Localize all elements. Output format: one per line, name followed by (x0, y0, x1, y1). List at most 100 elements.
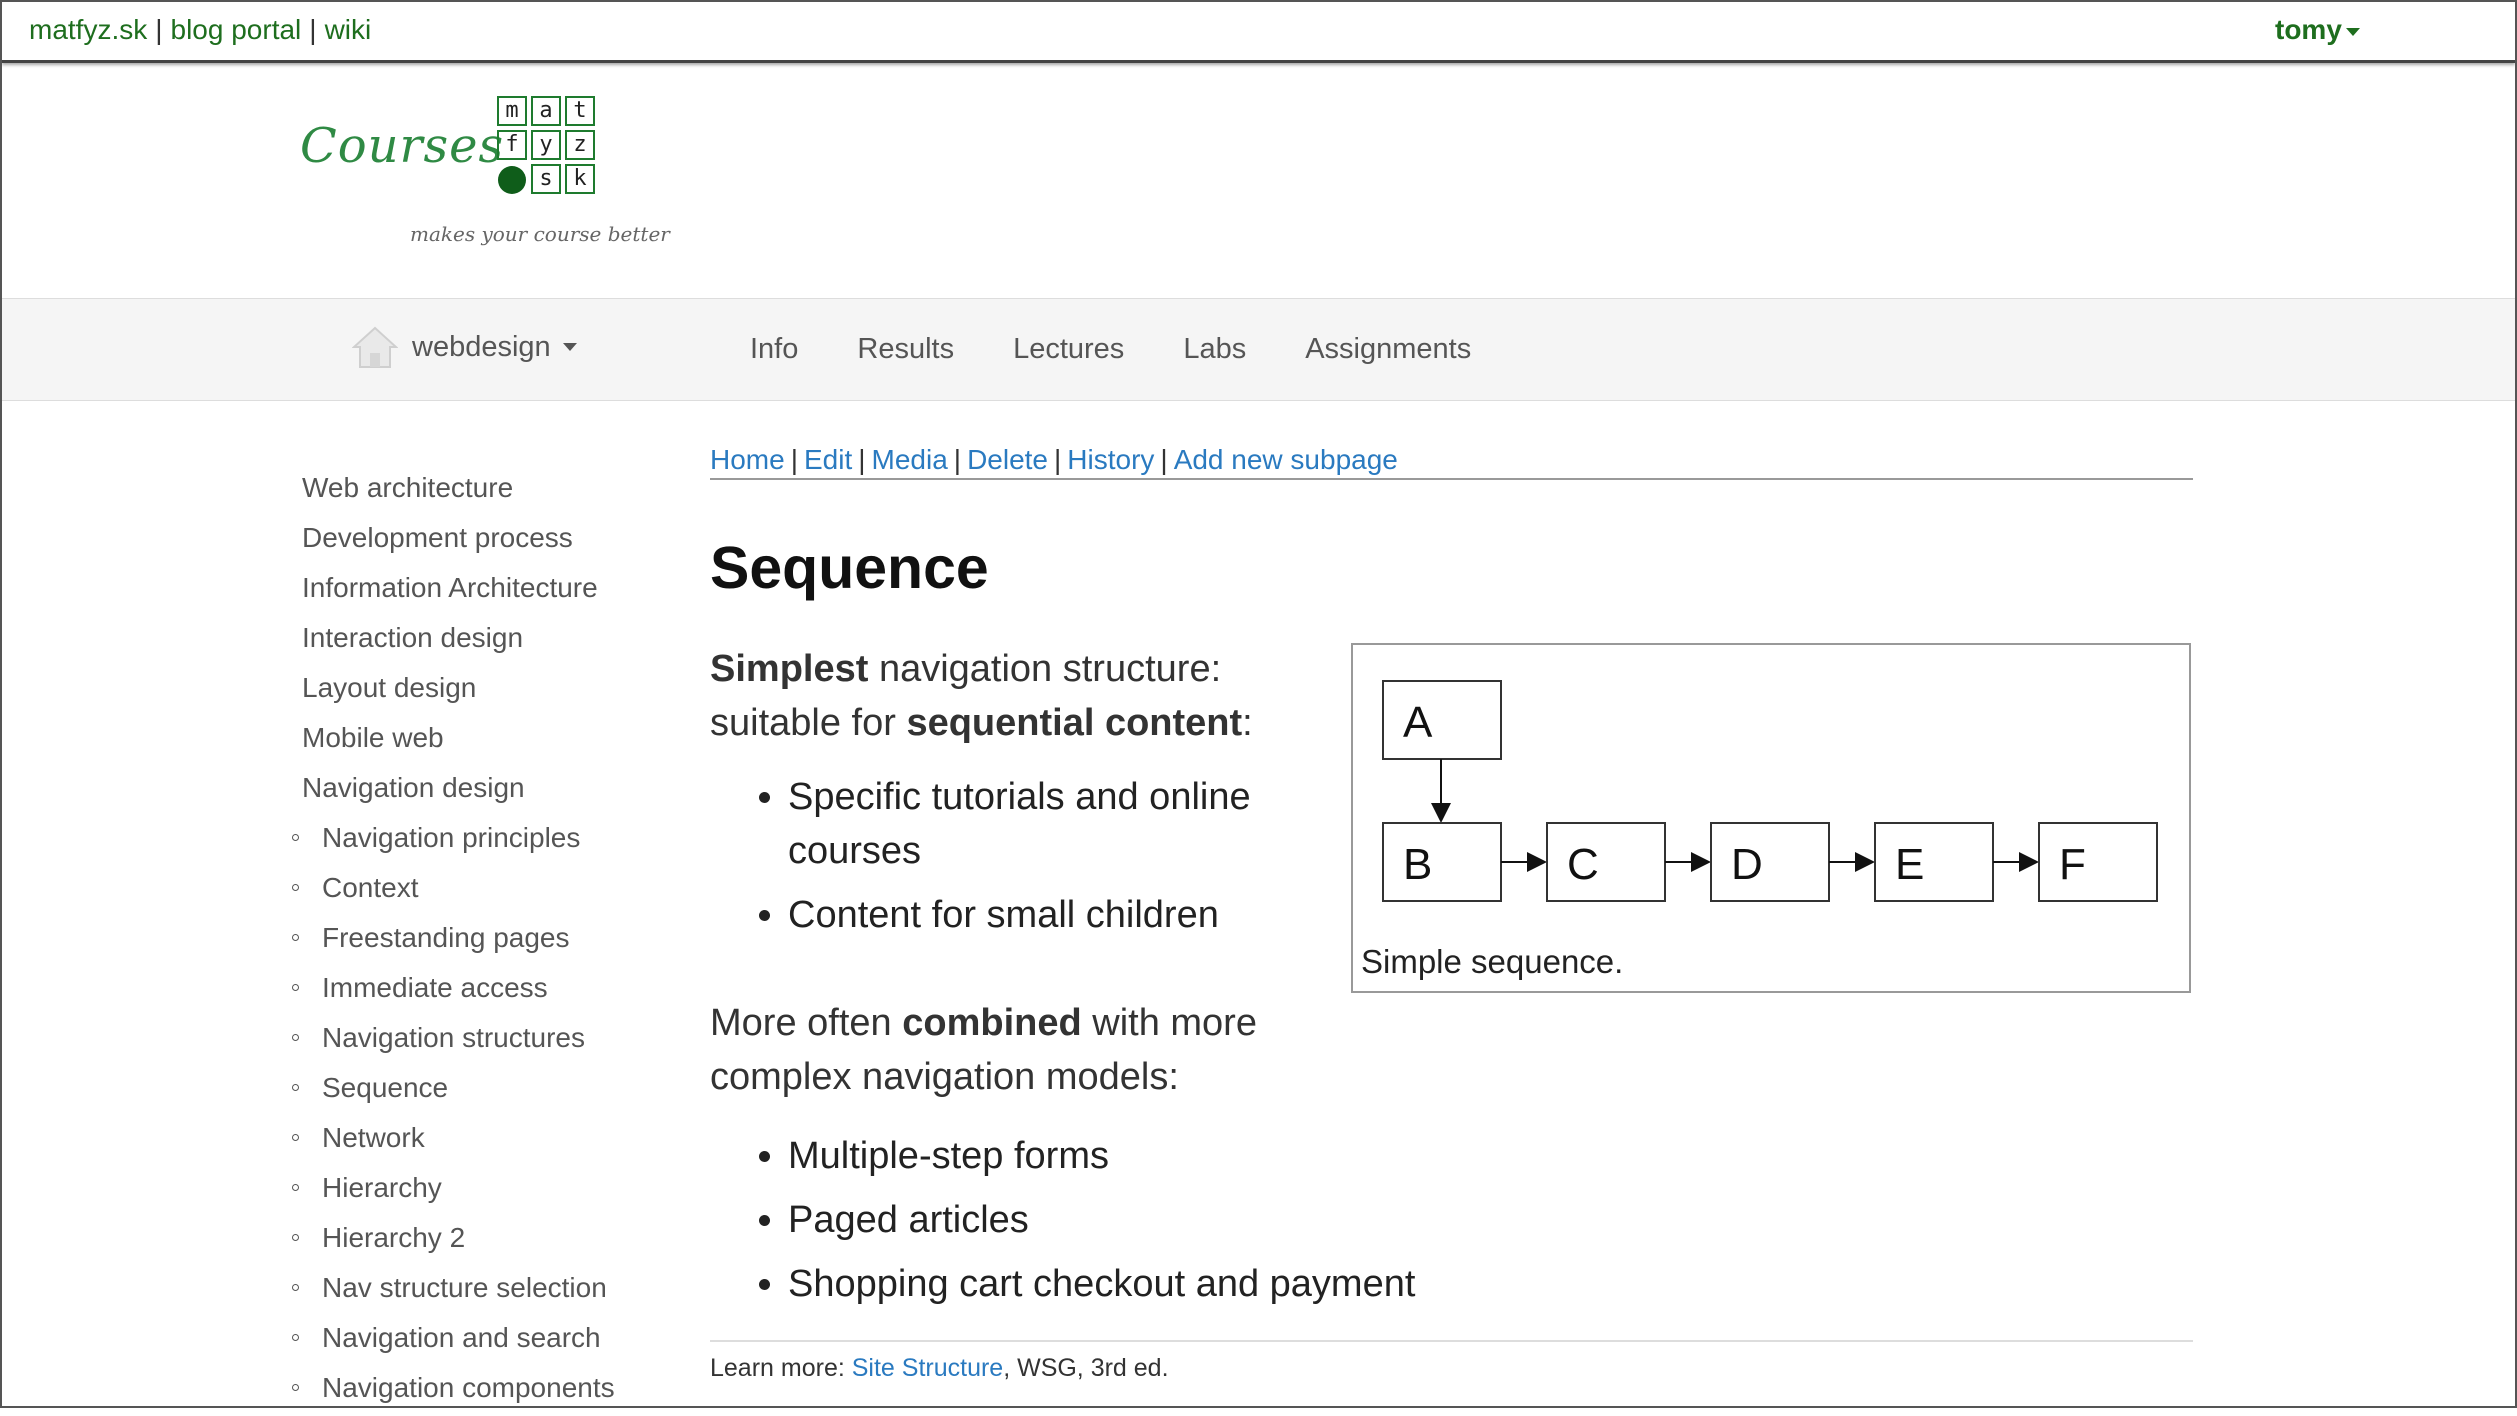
bullet-icon (292, 1184, 299, 1191)
action-home[interactable]: Home (710, 444, 785, 475)
bullet-icon (292, 884, 299, 891)
page-actions: Home | Edit | Media | Delete | History | Add new s… (710, 444, 2193, 480)
sidebar-subitem-network[interactable]: Network (292, 1116, 632, 1166)
bullet-icon (292, 1084, 299, 1091)
bullet-icon (292, 1334, 299, 1341)
logo-text[interactable]: Courses (300, 118, 504, 174)
list-item: Multiple-step forms (788, 1124, 1788, 1188)
sidebar-subitem-label: Immediate access (322, 972, 548, 1003)
node-label: F (2059, 840, 2086, 889)
home-icon (352, 326, 398, 368)
list-item: Paged articles (788, 1188, 1788, 1252)
sidebar-item-layout-design[interactable]: Layout design (302, 666, 632, 716)
logo-letter: k (565, 164, 595, 194)
sidebar-subitem-navigation-components[interactable]: Navigation components (292, 1366, 632, 1416)
action-add-subpage[interactable]: Add new subpage (1174, 444, 1398, 475)
node-label: B (1403, 840, 1432, 889)
link-wiki[interactable]: wiki (325, 14, 372, 45)
bullet-icon (292, 984, 299, 991)
sidebar-subitem-label: Navigation and search (322, 1322, 601, 1353)
tab-lectures[interactable]: Lectures (1013, 333, 1124, 366)
sidebar-subitem-label: Network (322, 1122, 425, 1153)
separator: | (953, 444, 962, 475)
learn-more: Learn more: Site Structure, WSG, 3rd ed. (710, 1340, 2193, 1383)
action-edit[interactable]: Edit (804, 444, 852, 475)
separator: | (858, 444, 866, 475)
course-name: webdesign (412, 330, 551, 363)
bullet-icon (292, 934, 299, 941)
sidebar-subitem-label: Hierarchy 2 (322, 1222, 466, 1253)
text: More often (710, 1002, 903, 1044)
sidebar-subitem-label: Context (322, 872, 419, 903)
action-media[interactable]: Media (872, 444, 948, 475)
logo-dot (498, 166, 526, 194)
sidebar-subitem-hierarchy[interactable]: Hierarchy (292, 1166, 632, 1216)
action-history[interactable]: History (1067, 444, 1154, 475)
page-title: Sequence (710, 535, 989, 601)
node-e: E (1874, 822, 1994, 902)
sidebar-item-web-architecture[interactable]: Web architecture (302, 466, 632, 516)
bullet-icon (292, 1384, 299, 1391)
logo-letter: s (531, 164, 561, 194)
separator: | (155, 14, 163, 45)
logo-letter: t (565, 96, 595, 126)
sidebar-subitem-freestanding-pages[interactable]: Freestanding pages (292, 916, 632, 966)
sidebar-subitem-sequence[interactable]: Sequence (292, 1066, 632, 1116)
bullet-icon (292, 1134, 299, 1141)
sidebar-subitem-label: Navigation principles (322, 822, 581, 853)
sidebar-item-mobile-web[interactable]: Mobile web (302, 716, 632, 766)
sidebar-subitem-label: Navigation structures (322, 1022, 586, 1053)
node-label: A (1403, 698, 1433, 747)
bullet-icon (292, 1034, 299, 1041)
logo-grid[interactable]: m a t f y z s k (497, 96, 603, 200)
separator: | (1054, 444, 1062, 475)
site-structure-link[interactable]: Site Structure (852, 1354, 1003, 1382)
sidebar-item-development-process[interactable]: Development process (302, 516, 632, 566)
sidebar-subitem-navigation-and-search[interactable]: Navigation and search (292, 1316, 632, 1366)
tab-assignments[interactable]: Assignments (1305, 333, 1471, 366)
tab-labs[interactable]: Labs (1183, 333, 1246, 366)
combined-paragraph: More often combined with more complex na… (710, 996, 1400, 1104)
logo-letter: z (565, 130, 595, 160)
list-item: Content for small children (788, 888, 1368, 942)
sidebar-subitem-label: Navigation components (322, 1372, 615, 1403)
sequence-diagram: A B C D E F (1382, 680, 2158, 902)
link-blog-portal[interactable]: blog portal (171, 14, 302, 45)
sidebar-subitem-immediate-access[interactable]: Immediate access (292, 966, 632, 1016)
bullet-icon (292, 834, 299, 841)
example-list: Multiple-step forms Paged articles Shopp… (742, 1124, 1788, 1316)
sidebar-item-interaction-design[interactable]: Interaction design (302, 616, 632, 666)
bullet-icon (292, 1234, 299, 1241)
node-c: C (1546, 822, 1666, 902)
user-menu[interactable]: tomy (2275, 14, 2360, 46)
tab-info[interactable]: Info (750, 333, 798, 366)
sidebar-subitem-context[interactable]: Context (292, 866, 632, 916)
course-selector[interactable]: webdesign (352, 325, 577, 369)
learn-more-prefix: Learn more: (710, 1354, 852, 1382)
logo-letter: m (497, 96, 527, 126)
logo-letter: f (497, 130, 527, 160)
logo-tagline: makes your course better (410, 222, 670, 246)
top-bar: matfyz.sk | blog portal | wiki tomy (2, 2, 2515, 63)
sidebar-subitem-hierarchy-2[interactable]: Hierarchy 2 (292, 1216, 632, 1266)
sidebar-subitem-label: Nav structure selection (322, 1272, 607, 1303)
link-matfyz[interactable]: matfyz.sk (29, 14, 147, 45)
sidebar-subitem-nav-structure-selection[interactable]: Nav structure selection (292, 1266, 632, 1316)
sidebar-subitem-navigation-structures[interactable]: Navigation structures (292, 1016, 632, 1066)
bullet-icon (292, 1284, 299, 1291)
sidebar-item-navigation-design[interactable]: Navigation design (302, 766, 632, 816)
sidebar-subitem-label: Sequence (322, 1072, 449, 1103)
course-tabs: Info Results Lectures Labs Assignments (750, 333, 1530, 366)
intro-paragraph: Simplest navigation structure: suitable … (710, 642, 1300, 750)
logo-letter: a (531, 96, 561, 126)
sidebar-subitem-navigation-principles[interactable]: Navigation principles (292, 816, 632, 866)
tab-results[interactable]: Results (857, 333, 954, 366)
user-name[interactable]: tomy (2275, 14, 2342, 45)
site-links: matfyz.sk | blog portal | wiki (29, 14, 371, 46)
sequence-figure[interactable]: A B C D E F Simple sequence. (1351, 643, 2191, 993)
separator: | (1160, 444, 1168, 475)
use-case-list: Specific tutorials and online courses Co… (742, 770, 1368, 952)
action-delete[interactable]: Delete (967, 444, 1048, 475)
logo-letter: y (531, 130, 561, 160)
sidebar-item-information-architecture[interactable]: Information Architecture (302, 566, 632, 616)
